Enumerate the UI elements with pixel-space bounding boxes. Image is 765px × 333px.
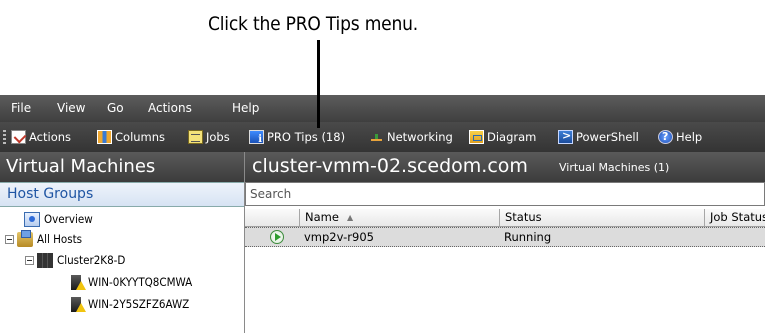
tree-item-label: All Hosts [37,232,83,246]
callout-text: Click the PRO Tips menu. [208,13,418,35]
actions-button[interactable]: Actions [11,128,71,146]
vm-name-cell: vmp2v-r905 [304,230,374,244]
diagram-button-label: Diagram [487,130,537,144]
menu-file[interactable]: File [11,101,31,115]
vm-status-cell: Running [504,230,552,244]
pro-tips-button-label: PRO Tips (18) [267,130,346,144]
help-icon [658,130,673,144]
columns-button[interactable]: Columns [97,128,165,146]
powershell-button[interactable]: PowerShell [558,128,639,146]
vm-job-status-cell [704,228,765,246]
menu-bar: File View Go Actions Help [0,95,765,122]
collapse-icon[interactable] [5,234,14,244]
tree-item-label: Cluster2K8-D [57,253,126,267]
table-row[interactable]: vmp2v-r905 Running [245,227,765,247]
help-button-label: Help [676,130,703,144]
menu-go[interactable]: Go [107,101,124,115]
tree-item-all-hosts[interactable]: All Hosts [5,229,83,248]
search-input[interactable] [246,183,765,205]
callout-pointer-line [317,40,320,128]
cluster-icon [37,252,53,268]
host-warning-icon [71,274,86,290]
menu-help[interactable]: Help [232,101,259,115]
column-header-job-status[interactable]: Job Status [704,209,765,226]
results-pane-header: cluster-vmm-02.scedom.com Virtual Machin… [245,152,765,182]
host-group-icon [17,229,33,247]
navigation-pane-title: Virtual Machines [6,156,156,177]
host-warning-icon [71,296,86,312]
vmm-console-window: File View Go Actions Help Actions Column… [0,95,765,333]
networking-button-label: Networking [387,130,453,144]
instruction-callout: Click the PRO Tips menu. [0,0,765,95]
running-icon [270,230,284,244]
tree-item-label: Overview [44,212,93,226]
columns-button-label: Columns [115,130,166,144]
navigation-pane-header: Virtual Machines [0,152,244,182]
column-header-name[interactable]: Name ▲ [299,209,499,226]
jobs-button-label: Jobs [206,130,230,144]
overview-icon [24,211,40,227]
tree-item-label: WIN-2Y5SZFZ6AWZ [88,297,190,311]
pro-tips-icon [249,130,264,145]
powershell-icon [558,129,573,144]
collapse-icon[interactable] [25,255,34,265]
menu-view[interactable]: View [57,101,85,115]
grid-header-icon-column[interactable] [245,209,299,226]
menu-actions[interactable]: Actions [148,101,192,115]
networking-button[interactable]: Networking [369,128,453,146]
search-box [245,182,765,206]
navigation-pane: Virtual Machines Host Groups Overview Al… [0,152,245,333]
networking-icon [369,130,384,144]
powershell-button-label: PowerShell [576,130,639,144]
tree-item-host-1[interactable]: WIN-0KYYTQ8CMWA [68,273,192,291]
tree-item-label: WIN-0KYYTQ8CMWA [88,275,193,289]
help-button[interactable]: Help [658,128,702,146]
diagram-icon [469,130,484,144]
tree-item-cluster[interactable]: Cluster2K8-D [25,251,125,269]
jobs-button[interactable]: Jobs [188,128,230,146]
host-groups-header[interactable]: Host Groups [0,182,244,207]
tree-item-host-2[interactable]: WIN-2Y5SZFZ6AWZ [68,295,189,313]
toolbar-grip[interactable] [3,130,6,144]
pro-tips-button[interactable]: PRO Tips (18) [249,128,345,146]
toolbar: Actions Columns Jobs PRO Tips (18) Netwo… [0,122,765,152]
column-header-label: Name [305,210,339,224]
results-pane: cluster-vmm-02.scedom.com Virtual Machin… [245,152,765,333]
columns-icon [97,130,112,144]
jobs-icon [188,130,203,144]
host-groups-label: Host Groups [7,186,94,202]
grid-header: Name ▲ Status Job Status [245,209,765,227]
actions-button-label: Actions [29,130,72,144]
results-pane-title: cluster-vmm-02.scedom.com [252,155,528,177]
column-header-label: Job Status [710,210,765,224]
column-header-status[interactable]: Status [499,209,704,226]
results-count-label: Virtual Machines (1) [559,161,670,174]
tree-item-overview[interactable]: Overview [24,210,93,228]
actions-icon [11,130,26,144]
column-header-label: Status [505,210,542,224]
diagram-button[interactable]: Diagram [469,128,536,146]
sort-ascending-icon: ▲ [346,213,354,222]
